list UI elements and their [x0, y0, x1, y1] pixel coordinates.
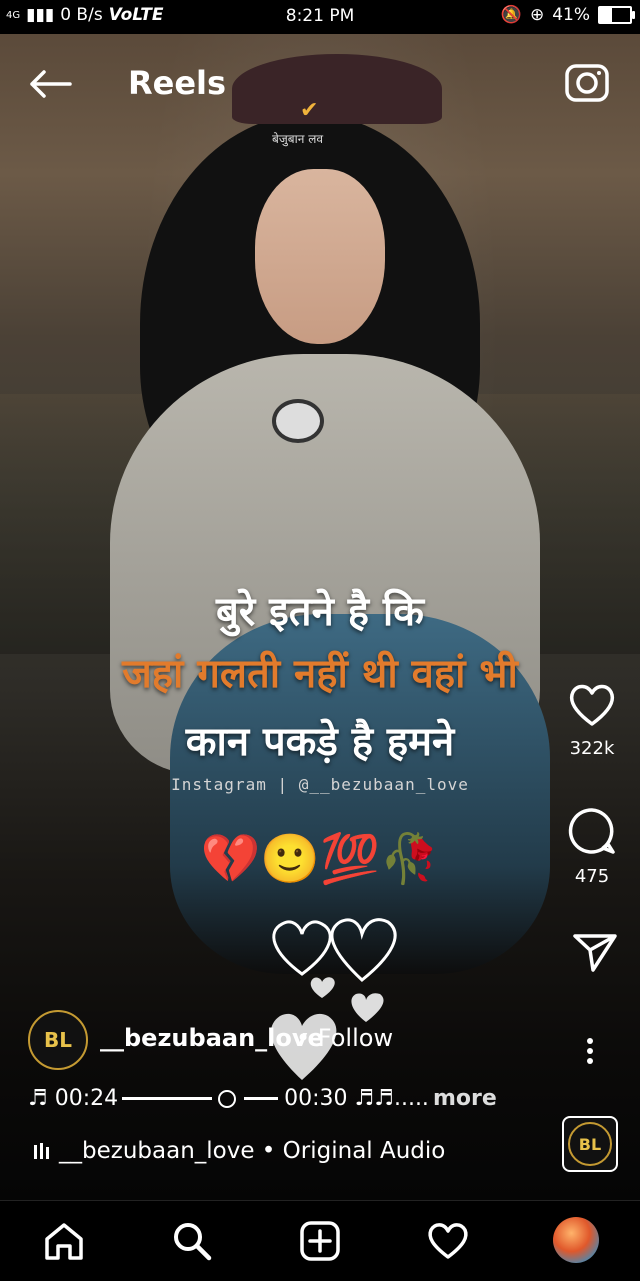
- search-icon[interactable]: [170, 1219, 214, 1263]
- instagram-handle-overlay: Instagram | @__bezubaan_love: [171, 775, 469, 794]
- audio-thumbnail-logo: BL: [568, 1122, 612, 1166]
- floating-hearts-icon: [271, 918, 397, 1080]
- emoji-overlay: 💔🙂💯🥀: [200, 831, 440, 887]
- caption-more-link[interactable]: more: [433, 1086, 497, 1111]
- camera-icon[interactable]: [564, 60, 610, 104]
- audio-thumbnail[interactable]: BL: [562, 1116, 618, 1172]
- video-headband: [232, 54, 442, 124]
- share-action[interactable]: [565, 930, 625, 978]
- caption-line-left: [122, 1097, 213, 1100]
- video-face: [255, 169, 385, 344]
- like-action[interactable]: 322k: [562, 682, 622, 759]
- overlay-line-3: कान पकड़े है हमने: [185, 719, 455, 765]
- status-right: 🔕 ⊕ 41%: [500, 5, 635, 25]
- overlay-line-2: जहां गलती नहीं थी वहां भी: [122, 651, 518, 697]
- add-post-icon[interactable]: [298, 1219, 342, 1263]
- home-icon[interactable]: [42, 1219, 86, 1263]
- bottom-nav: [0, 1200, 640, 1281]
- send-icon[interactable]: [571, 930, 619, 974]
- audio-info[interactable]: __bezubaan_love • Original Audio: [34, 1138, 445, 1164]
- caption-start: ♬ 00:24: [28, 1086, 119, 1111]
- battery-percent: 41%: [552, 5, 590, 25]
- caption-end: 00:30 ♬♬.....: [284, 1086, 429, 1111]
- heart-icon[interactable]: [567, 682, 617, 728]
- follow-button[interactable]: • Follow: [296, 1024, 393, 1052]
- more-vertical-icon[interactable]: [580, 1034, 600, 1068]
- video-watch: [272, 399, 324, 443]
- watermark-text: बेजुबान लव: [272, 132, 323, 146]
- back-arrow-icon[interactable]: [28, 68, 72, 100]
- data-saver-icon: ⊕: [529, 5, 545, 25]
- comment-action[interactable]: 475: [562, 806, 622, 887]
- caption[interactable]: ♬ 00:24 00:30 ♬♬..... more: [28, 1086, 497, 1111]
- audio-bars-icon: [34, 1143, 49, 1159]
- comment-icon[interactable]: [567, 806, 617, 856]
- profile-avatar[interactable]: [553, 1217, 599, 1263]
- battery-icon: [598, 6, 635, 24]
- watermark-logo-icon: ✔: [300, 98, 319, 123]
- page-title: Reels: [128, 64, 227, 102]
- likes-count: 322k: [569, 738, 615, 759]
- activity-heart-icon[interactable]: [426, 1219, 470, 1263]
- caption-knob-icon: [218, 1089, 237, 1108]
- caption-line-right: [244, 1097, 279, 1100]
- mute-icon: 🔕: [500, 5, 522, 25]
- comments-count: 475: [574, 866, 610, 887]
- audio-text: __bezubaan_love • Original Audio: [59, 1138, 446, 1164]
- overlay-line-1: बुरे इतने है कि: [216, 589, 424, 635]
- username[interactable]: __bezubaan_love: [100, 1024, 324, 1052]
- status-bar: 4G ▮▮▮ 0 B/s VoLTE 8:21 PM 🔕 ⊕ 41%: [0, 0, 640, 34]
- avatar[interactable]: BL: [28, 1010, 88, 1070]
